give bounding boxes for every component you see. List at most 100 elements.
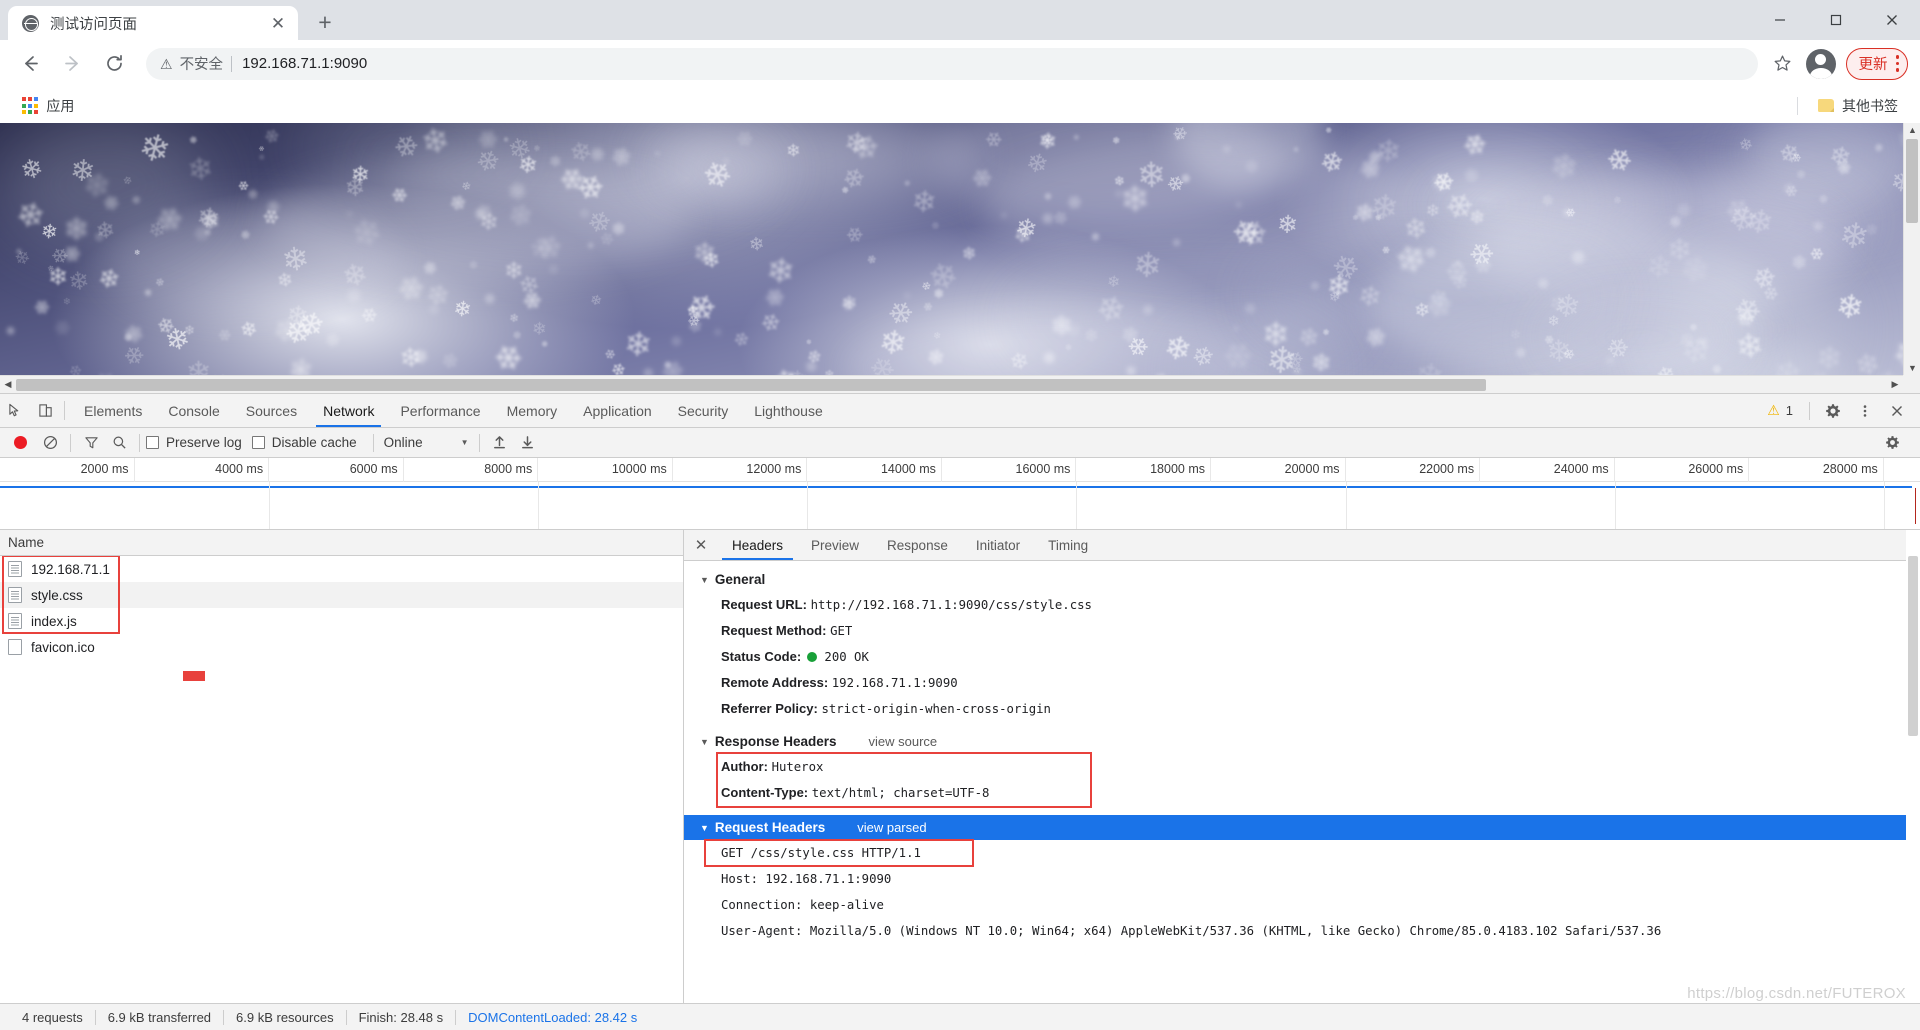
snowflake-decoration: ❄: [29, 295, 54, 322]
request-header-row: User-Agent: Mozilla/5.0 (Windows NT 10.0…: [684, 918, 1920, 944]
network-settings-gear-icon[interactable]: [1878, 435, 1906, 450]
tab-console[interactable]: Console: [155, 394, 232, 427]
network-panes: Name 192.168.71.1 style.css index.js fav…: [0, 530, 1920, 1003]
scroll-up-arrow[interactable]: ▲: [1904, 125, 1920, 135]
throttle-select[interactable]: Online ▼: [380, 435, 473, 450]
minimize-icon[interactable]: [1752, 0, 1808, 40]
section-general[interactable]: ▼ General: [684, 567, 1920, 592]
bookmark-apps[interactable]: 应用: [14, 93, 82, 119]
bookmark-bar-right: 其他书签: [1797, 93, 1906, 119]
divider: [70, 433, 71, 452]
warning-count[interactable]: ⚠ 1: [1759, 402, 1801, 419]
apps-label: 应用: [46, 97, 75, 114]
snowflake-decoration: ❄: [802, 346, 827, 367]
profile-avatar[interactable]: [1805, 48, 1836, 79]
detail-vertical-scrollbar[interactable]: [1906, 530, 1920, 1003]
tab-network[interactable]: Network: [310, 394, 387, 427]
tab-sources[interactable]: Sources: [233, 394, 310, 427]
clear-button[interactable]: [36, 435, 64, 450]
detail-scroll-thumb[interactable]: [1908, 556, 1918, 736]
page-horizontal-scrollbar[interactable]: ◀ ▶: [0, 375, 1903, 393]
table-row[interactable]: index.js: [0, 608, 683, 634]
preserve-log-checkbox[interactable]: Preserve log: [146, 435, 242, 450]
tab-close-icon[interactable]: ✕: [268, 13, 288, 33]
devtools-close-icon[interactable]: [1882, 404, 1912, 418]
page-vertical-scrollbar[interactable]: ▲ ▼: [1903, 123, 1920, 375]
detail-close-icon[interactable]: ✕: [684, 530, 718, 560]
header-raw: Host: 192.168.71.1:9090: [721, 872, 892, 886]
reload-button[interactable]: [96, 46, 132, 82]
new-tab-button[interactable]: +: [310, 7, 340, 37]
close-icon[interactable]: [1864, 0, 1920, 40]
export-har-icon[interactable]: [514, 435, 542, 450]
tab-response[interactable]: Response: [873, 530, 962, 560]
tab-lighthouse[interactable]: Lighthouse: [741, 394, 836, 427]
search-icon[interactable]: [105, 435, 133, 450]
tab-title: 测试访问页面: [50, 16, 137, 33]
horizontal-scroll-thumb[interactable]: [16, 379, 1486, 391]
devtools-tabbar: Elements Console Sources Network Perform…: [0, 394, 1920, 428]
warning-count-value: 1: [1785, 403, 1793, 418]
section-request-headers[interactable]: ▼ Request Headers view parsed: [684, 815, 1920, 840]
tab-strip: 测试访问页面 ✕ +: [0, 0, 1920, 40]
table-row[interactable]: 192.168.71.1: [0, 556, 683, 582]
table-row[interactable]: style.css: [0, 582, 683, 608]
other-bookmarks-folder[interactable]: 其他书签: [1810, 93, 1906, 119]
tab-headers[interactable]: Headers: [718, 530, 797, 560]
table-row[interactable]: favicon.ico: [0, 634, 683, 660]
forward-button[interactable]: [54, 46, 90, 82]
snowflake-decoration: ❄: [319, 329, 345, 351]
section-response-headers[interactable]: ▼ Response Headers view source: [684, 729, 1920, 754]
scroll-right-arrow[interactable]: ▶: [1887, 379, 1903, 390]
network-timeline-overview[interactable]: 2000 ms 4000 ms 6000 ms 8000 ms 10000 ms 1200…: [0, 458, 1920, 530]
header-value: Huterox: [771, 760, 824, 774]
import-har-icon[interactable]: [486, 435, 514, 450]
chevron-down-icon: ▼: [700, 736, 709, 747]
view-parsed-link[interactable]: view parsed: [857, 820, 926, 835]
back-button[interactable]: [12, 46, 48, 82]
three-dot-menu-icon[interactable]: [1895, 55, 1899, 72]
snowflake-decoration: ❄: [1378, 245, 1391, 255]
timeline-ruler: 2000 ms 4000 ms 6000 ms 8000 ms 10000 ms 1200…: [0, 458, 1920, 482]
tab-initiator[interactable]: Initiator: [962, 530, 1034, 560]
tab-security[interactable]: Security: [665, 394, 742, 427]
throttle-value: Online: [383, 435, 423, 450]
chevron-down-icon: ▼: [700, 822, 709, 833]
filter-icon[interactable]: [77, 435, 105, 450]
snowflake-decoration: ❄: [955, 241, 981, 265]
device-toolbar-icon[interactable]: [30, 394, 60, 427]
request-header-row: Host: 192.168.71.1:9090: [684, 866, 1920, 892]
maximize-icon[interactable]: [1808, 0, 1864, 40]
timeline-tick: 2000 ms: [0, 458, 135, 482]
tab-application[interactable]: Application: [570, 394, 665, 427]
vertical-scroll-thumb[interactable]: [1905, 139, 1918, 223]
bookmark-star-icon[interactable]: [1766, 47, 1800, 81]
cloud-haze-decoration: [661, 140, 790, 198]
browser-tab[interactable]: 测试访问页面 ✕: [8, 6, 298, 40]
scroll-left-arrow[interactable]: ◀: [0, 379, 16, 390]
record-button[interactable]: [14, 436, 27, 449]
request-name: favicon.ico: [31, 639, 95, 655]
header-raw: User-Agent: Mozilla/5.0 (Windows NT 10.0…: [721, 924, 1662, 938]
scroll-down-arrow[interactable]: ▼: [1904, 363, 1920, 373]
checkbox-box: [146, 436, 159, 449]
disable-cache-checkbox[interactable]: Disable cache: [251, 435, 357, 450]
gear-icon[interactable]: [1818, 403, 1848, 419]
header-key: Remote Address:: [721, 675, 829, 690]
request-name: 192.168.71.1: [31, 561, 110, 577]
tab-memory[interactable]: Memory: [494, 394, 571, 427]
network-toolbar-right: [1878, 435, 1912, 450]
tab-elements[interactable]: Elements: [71, 394, 155, 427]
devtools-more-menu-icon[interactable]: [1850, 404, 1880, 418]
snowflake-decoration: ❄: [508, 312, 520, 326]
tab-performance[interactable]: Performance: [387, 394, 493, 427]
update-button[interactable]: 更新: [1845, 47, 1908, 80]
inspect-element-icon[interactable]: [0, 394, 30, 427]
tab-preview[interactable]: Preview: [797, 530, 873, 560]
page-viewport: ❄ ❄ ❄ ❄ ❄ ❄ ❄ ❄ ❄ ❄ ❄ ❄ ❄ ❄ ❄ ❄ ❄ ❄ ❄ ❄ ❄ ❄ ❄ ❄ ❄ ❄ ❄ ❄ ❄ ❄ ❄ ❄ ❄ ❄ ❄ ❄ ❄ ❄ ❄ ❄…: [0, 123, 1920, 393]
address-bar[interactable]: ⚠ 不安全 192.168.71.1:9090: [146, 47, 1758, 80]
header-value: GET: [830, 624, 853, 638]
header-value: strict-origin-when-cross-origin: [821, 702, 1051, 716]
tab-timing[interactable]: Timing: [1034, 530, 1102, 560]
view-source-link[interactable]: view source: [868, 734, 937, 749]
